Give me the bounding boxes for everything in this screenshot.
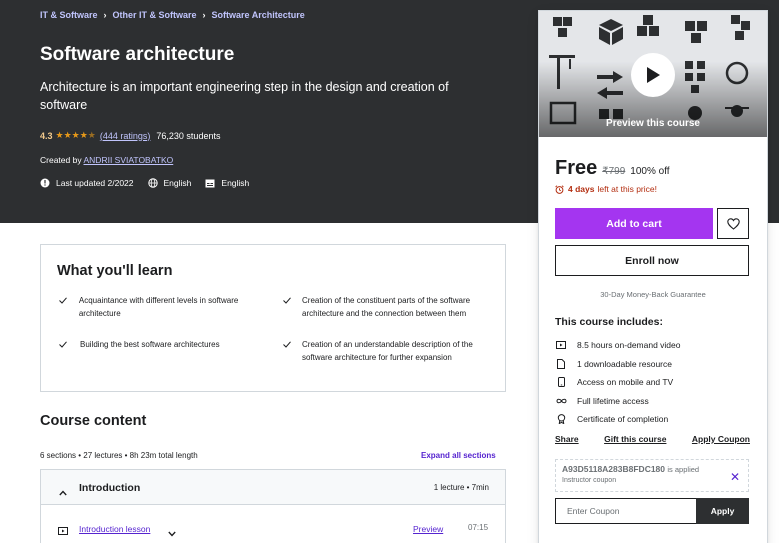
chevron-up-icon [59, 483, 67, 501]
course-title: Software architecture [40, 44, 235, 65]
includes-item: Certificate of completion [555, 410, 681, 429]
discount-percent: 100% off [630, 166, 670, 177]
last-updated: Last updated 2/2022 [40, 178, 134, 188]
course-captions: English [205, 178, 249, 188]
apply-coupon-button[interactable]: Apply [696, 498, 749, 524]
coupon-type: Instructor coupon [562, 477, 617, 484]
deadline-text: left at this price! [597, 184, 657, 194]
check-icon [283, 338, 291, 364]
original-price: ₹799 [602, 166, 626, 177]
chevron-right-icon: › [103, 10, 107, 20]
lecture-duration: 07:15 [468, 523, 489, 532]
learn-item: Acquaintance with different levels in so… [59, 294, 259, 320]
chevron-right-icon: › [202, 10, 206, 20]
share-button[interactable]: Share [555, 434, 579, 444]
includes-list: 8.5 hours on-demand video 1 downloadable… [555, 336, 681, 429]
includes-item: Access on mobile and TV [555, 373, 681, 392]
ratings-count-link[interactable]: (444 ratings) [100, 131, 151, 141]
coupon-code: A93D5118A283B8FDC180 [562, 464, 666, 474]
play-icon[interactable] [631, 53, 675, 97]
learn-item: Building the best software architectures [59, 338, 259, 352]
course-preview-video[interactable]: Preview this course [539, 11, 767, 137]
alert-clock-icon [40, 178, 50, 188]
gift-course-button[interactable]: Gift this course [604, 434, 666, 444]
price-row: Free ₹799 100% off [555, 157, 670, 180]
check-icon [59, 294, 68, 320]
mobile-icon [555, 377, 567, 388]
learn-item: Creation of an understandable descriptio… [283, 338, 483, 364]
preview-label: Preview this course [606, 118, 700, 129]
course-content-title: Course content [40, 413, 147, 429]
enroll-now-button[interactable]: Enroll now [555, 245, 749, 276]
section-name: Introduction [79, 482, 141, 494]
section-header-introduction[interactable]: Introduction 1 lecture • 7min [40, 469, 506, 505]
money-back-guarantee: 30-Day Money-Back Guarantee [600, 290, 706, 299]
star-rating-icon: ★★★★★ [55, 130, 96, 140]
wishlist-button[interactable] [717, 208, 749, 239]
section-info: 1 lecture • 7min [433, 483, 489, 492]
includes-item: 1 downloadable resource [555, 355, 681, 374]
price-deadline: 4 days left at this price! [555, 184, 657, 194]
includes-item: Full lifetime access [555, 392, 681, 411]
video-icon [555, 340, 567, 350]
file-icon [555, 358, 567, 369]
remove-coupon-icon[interactable]: ✕ [730, 470, 740, 484]
created-by-label: Created by [40, 155, 82, 165]
learn-item: Creation of the constituent parts of the… [283, 294, 483, 320]
instructor-link[interactable]: ANDRII SVIATOBATKO [84, 155, 174, 165]
check-icon [59, 338, 69, 352]
coupon-input[interactable] [555, 498, 697, 524]
globe-icon [147, 178, 158, 188]
course-subtitle: Architecture is an important engineering… [40, 80, 449, 112]
breadcrumb-item-it-software[interactable]: IT & Software [40, 10, 98, 20]
what-you-will-learn: What you'll learn Acquaintance with diff… [40, 244, 506, 392]
includes-item: 8.5 hours on-demand video [555, 336, 681, 355]
lecture-link[interactable]: Introduction lesson [79, 524, 150, 534]
breadcrumb-item-software-architecture[interactable]: Software Architecture [212, 10, 305, 20]
infinity-icon [555, 398, 567, 404]
chevron-down-icon[interactable] [168, 524, 176, 542]
lecture-row: Introduction lesson Preview 07:15 [40, 504, 506, 543]
course-language: English [147, 178, 191, 188]
course-content-meta: 6 sections • 27 lectures • 8h 23m total … [40, 451, 198, 460]
expand-all-sections-button[interactable]: Expand all sections [421, 451, 496, 460]
coupon-applied-text: is applied [667, 465, 700, 474]
purchase-sidebar: Preview this course Free ₹799 100% off 4… [538, 10, 768, 543]
applied-coupon: A93D5118A283B8FDC180 is applied Instruct… [555, 459, 749, 492]
trophy-icon [555, 414, 567, 425]
deadline-days: 4 days [568, 184, 595, 194]
created-by: Created by ANDRII SVIATOBATKO [40, 155, 173, 165]
current-price: Free [555, 157, 598, 179]
learn-title: What you'll learn [57, 263, 173, 279]
coupon-code-line: A93D5118A283B8FDC180 is applied [562, 464, 742, 474]
breadcrumb: IT & Software › Other IT & Software › So… [40, 10, 305, 20]
rating-row: 4.3 ★★★★★ (444 ratings) 76,230 students [40, 130, 220, 141]
students-count: 76,230 students [156, 130, 221, 141]
alarm-clock-icon [555, 184, 564, 194]
sidebar-actions: Share Gift this course Apply Coupon [555, 434, 750, 444]
check-icon [283, 294, 291, 320]
video-icon [58, 523, 68, 541]
lecture-preview-link[interactable]: Preview [413, 524, 443, 534]
breadcrumb-item-other-it[interactable]: Other IT & Software [113, 10, 197, 20]
add-to-cart-button[interactable]: Add to cart [555, 208, 713, 239]
includes-title: This course includes: [555, 316, 663, 328]
heart-icon [726, 217, 740, 230]
captions-icon [205, 179, 215, 187]
rating-value: 4.3 [40, 130, 53, 141]
course-meta: Last updated 2/2022 English English [40, 178, 263, 188]
apply-coupon-link[interactable]: Apply Coupon [692, 434, 750, 444]
